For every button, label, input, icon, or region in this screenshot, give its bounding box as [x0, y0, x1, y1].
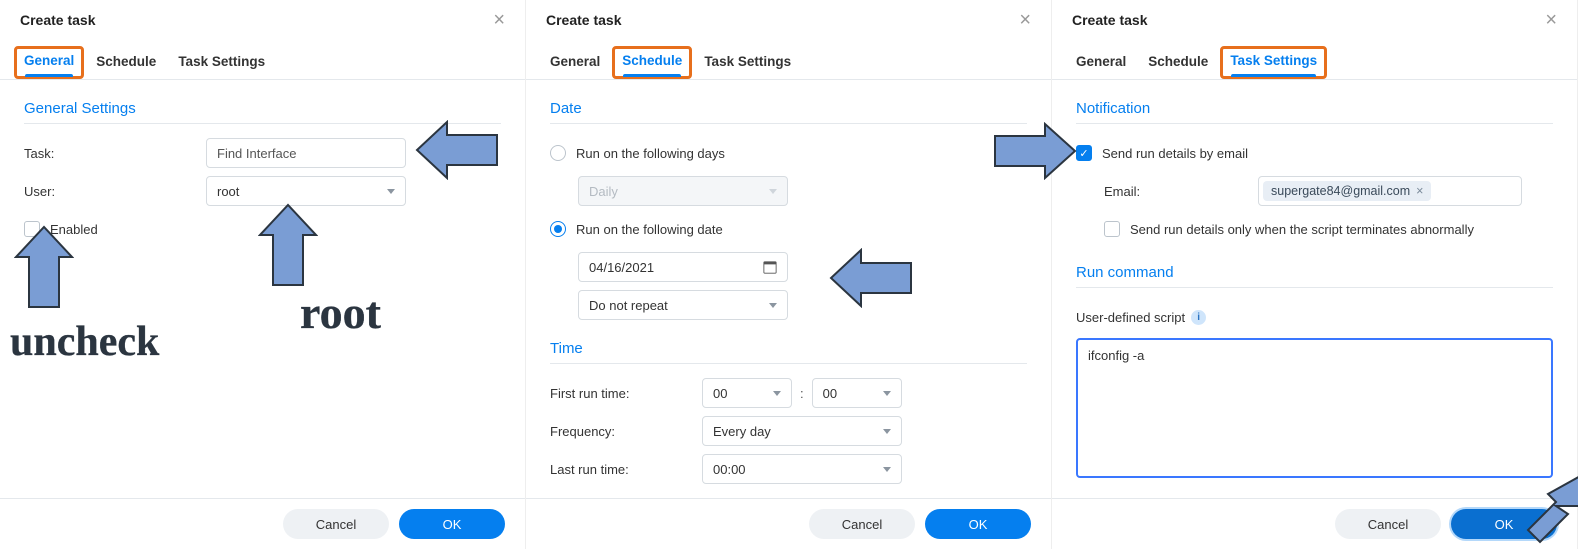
footer: Cancel OK — [526, 498, 1051, 549]
chevron-down-icon — [769, 303, 777, 308]
tab-task-settings[interactable]: Task Settings — [694, 46, 801, 79]
footer: Cancel OK — [1052, 498, 1577, 549]
run-days-radio[interactable] — [550, 145, 566, 161]
close-icon[interactable]: × — [493, 10, 505, 30]
cancel-button[interactable]: Cancel — [1335, 509, 1441, 539]
task-label: Task: — [24, 146, 206, 161]
tab-schedule[interactable]: Schedule — [86, 46, 166, 79]
tab-general[interactable]: General — [14, 46, 84, 79]
panel-task-settings: Create task × General Schedule Task Sett… — [1052, 0, 1578, 549]
time-colon: : — [800, 386, 804, 401]
last-run-select[interactable]: 00:00 — [702, 454, 902, 484]
chevron-down-icon — [883, 467, 891, 472]
chevron-down-icon — [883, 429, 891, 434]
dialog-title: Create task — [546, 12, 622, 28]
section-general-settings: General Settings — [24, 96, 501, 124]
footer: Cancel OK — [0, 498, 525, 549]
chevron-down-icon — [773, 391, 781, 396]
frequency-select[interactable]: Every day — [702, 416, 902, 446]
script-textarea[interactable] — [1076, 338, 1553, 478]
days-select: Daily — [578, 176, 788, 206]
only-abnormal-label: Send run details only when the script te… — [1130, 222, 1474, 237]
section-time: Time — [550, 336, 1027, 364]
section-date: Date — [550, 96, 1027, 124]
date-input[interactable]: 04/16/2021 — [578, 252, 788, 282]
email-label: Email: — [1104, 184, 1258, 199]
panel-schedule: Create task × General Schedule Task Sett… — [526, 0, 1052, 549]
titlebar: Create task × — [526, 0, 1051, 38]
tab-schedule[interactable]: Schedule — [1138, 46, 1218, 79]
tab-general[interactable]: General — [540, 46, 610, 79]
ok-button[interactable]: OK — [399, 509, 505, 539]
close-icon[interactable]: × — [1019, 10, 1031, 30]
tab-general[interactable]: General — [1066, 46, 1136, 79]
titlebar: Create task × — [0, 0, 525, 38]
chevron-down-icon — [883, 391, 891, 396]
tab-task-settings[interactable]: Task Settings — [1220, 46, 1327, 79]
enabled-label: Enabled — [50, 222, 98, 237]
tabs: General Schedule Task Settings — [526, 38, 1051, 80]
tabs: General Schedule Task Settings — [0, 38, 525, 80]
remove-email-icon[interactable]: × — [1416, 184, 1423, 198]
content-general: General Settings Task: Find Interface Us… — [0, 80, 525, 498]
frequency-label: Frequency: — [550, 424, 702, 439]
first-hour-select[interactable]: 00 — [702, 378, 792, 408]
send-email-label: Send run details by email — [1102, 146, 1248, 161]
script-label: User-defined script — [1076, 310, 1185, 325]
email-input[interactable]: supergate84@gmail.com × — [1258, 176, 1522, 206]
dialog-title: Create task — [1072, 12, 1148, 28]
user-label: User: — [24, 184, 206, 199]
run-date-label: Run on the following date — [576, 222, 723, 237]
chevron-down-icon — [769, 189, 777, 194]
email-chip[interactable]: supergate84@gmail.com × — [1263, 181, 1431, 201]
calendar-icon — [763, 260, 777, 274]
enabled-checkbox[interactable] — [24, 221, 40, 237]
content-schedule: Date Run on the following days Daily Run… — [526, 80, 1051, 498]
ok-button[interactable]: OK — [925, 509, 1031, 539]
tab-schedule[interactable]: Schedule — [612, 46, 692, 79]
content-task-settings: Notification ✓ Send run details by email… — [1052, 80, 1577, 498]
cancel-button[interactable]: Cancel — [283, 509, 389, 539]
info-icon[interactable]: i — [1191, 310, 1206, 325]
send-email-checkbox[interactable]: ✓ — [1076, 145, 1092, 161]
task-input[interactable]: Find Interface — [206, 138, 406, 168]
run-days-label: Run on the following days — [576, 146, 725, 161]
user-select[interactable]: root — [206, 176, 406, 206]
first-run-label: First run time: — [550, 386, 702, 401]
panel-general: Create task × General Schedule Task Sett… — [0, 0, 526, 549]
repeat-select[interactable]: Do not repeat — [578, 290, 788, 320]
cancel-button[interactable]: Cancel — [809, 509, 915, 539]
tab-task-settings[interactable]: Task Settings — [168, 46, 275, 79]
tabs: General Schedule Task Settings — [1052, 38, 1577, 80]
only-abnormal-checkbox[interactable] — [1104, 221, 1120, 237]
titlebar: Create task × — [1052, 0, 1577, 38]
chevron-down-icon — [387, 189, 395, 194]
dialog-title: Create task — [20, 12, 96, 28]
ok-button[interactable]: OK — [1451, 509, 1557, 539]
last-run-label: Last run time: — [550, 462, 702, 477]
first-min-select[interactable]: 00 — [812, 378, 902, 408]
close-icon[interactable]: × — [1545, 10, 1557, 30]
section-notification: Notification — [1076, 96, 1553, 124]
run-date-radio[interactable] — [550, 221, 566, 237]
section-run-command: Run command — [1076, 260, 1553, 288]
